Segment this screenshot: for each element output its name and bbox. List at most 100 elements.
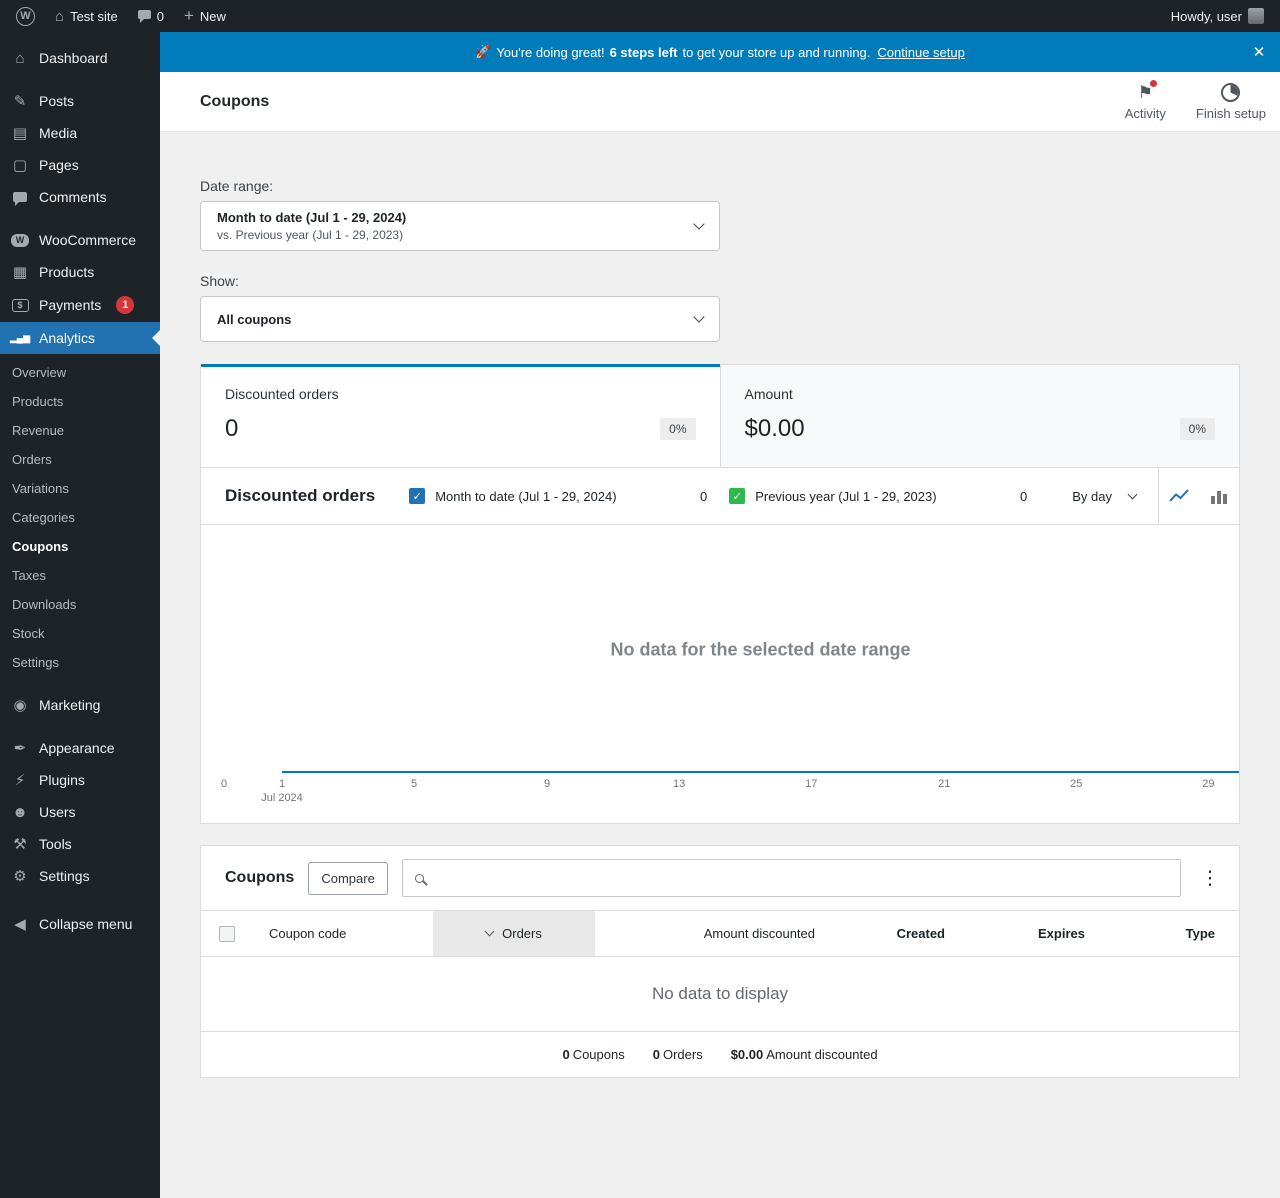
checkbox-checked-icon[interactable]: ✓ (409, 488, 426, 504)
line-chart-toggle[interactable] (1159, 468, 1199, 525)
legend-count: 0 (699, 488, 708, 504)
x-tick: 1 (278, 778, 286, 790)
show-filter-select[interactable]: All coupons (200, 296, 720, 342)
sidebar-item-label: Comments (39, 189, 107, 205)
column-orders-sorted[interactable]: Orders (433, 910, 595, 957)
submenu-item-downloads[interactable]: Downloads (0, 590, 160, 619)
sidebar-item-tools[interactable]: ⚒ Tools (0, 828, 160, 860)
column-expires[interactable]: Expires (969, 911, 1109, 957)
legend-item-previous-period[interactable]: ✓ Previous year (Jul 1 - 29, 2023) 0 (729, 488, 1027, 504)
page-header: Coupons ⚑ Activity Finish setup (160, 72, 1280, 132)
tile-amount[interactable]: Amount $0.00 0% (719, 364, 1239, 467)
sidebar-item-comments[interactable]: Comments (0, 181, 160, 213)
submenu-item-coupons[interactable]: Coupons (0, 532, 160, 561)
setup-banner: 🚀 You're doing great! 6 steps left to ge… (160, 32, 1280, 72)
sidebar-item-users[interactable]: ☻ Users (0, 796, 160, 828)
submenu-item-products[interactable]: Products (0, 387, 160, 416)
close-icon: ✕ (1252, 44, 1266, 61)
tile-discounted-orders[interactable]: Discounted orders 0 0% (201, 364, 720, 467)
legend-item-current-period[interactable]: ✓ Month to date (Jul 1 - 29, 2024) 0 (409, 488, 707, 504)
main-area: 🚀 You're doing great! 6 steps left to ge… (160, 32, 1280, 1198)
x-tick: 9 (544, 778, 551, 790)
sidebar-item-appearance[interactable]: ✒ Appearance (0, 732, 160, 764)
submenu-item-categories[interactable]: Categories (0, 503, 160, 532)
chevron-down-icon (693, 218, 705, 230)
banner-close-button[interactable]: ✕ (1242, 32, 1276, 72)
admin-bar-left: W ⌂ Test site 0 + New (6, 0, 236, 32)
menu-separator (0, 213, 160, 224)
sidebar-item-media[interactable]: ▤ Media (0, 117, 160, 149)
sidebar-item-posts[interactable]: ✎ Posts (0, 85, 160, 117)
chart-plot-area: No data for the selected date range (282, 541, 1239, 773)
sidebar-item-dashboard[interactable]: ⌂ Dashboard (0, 42, 160, 74)
comments-shortcut[interactable]: 0 (128, 0, 174, 32)
submenu-item-settings[interactable]: Settings (0, 648, 160, 677)
site-name-menu[interactable]: ⌂ Test site (45, 0, 128, 32)
posts-icon: ✎ (13, 92, 27, 110)
finish-setup-label: Finish setup (1195, 106, 1266, 121)
submenu-item-variations[interactable]: Variations (0, 474, 160, 503)
table-empty-row: No data to display (201, 957, 1239, 1032)
sidebar-item-woocommerce[interactable]: W WooCommerce (0, 224, 160, 256)
collapse-arrow-icon: ◀ (14, 915, 26, 933)
checkbox-checked-icon[interactable]: ✓ (729, 488, 746, 504)
select-all-checkbox[interactable] (219, 925, 235, 942)
table-header-row: Coupon code Orders Amount discounted Cre… (201, 910, 1239, 957)
x-tick: 25 (1070, 778, 1083, 790)
column-coupon-code[interactable]: Coupon code (257, 911, 433, 957)
interval-select[interactable]: By day (1072, 489, 1158, 504)
line-chart-icon (1169, 489, 1189, 502)
y-axis-zero-label: 0 (221, 778, 228, 790)
sidebar-item-payments[interactable]: $ Payments 1 (0, 288, 160, 322)
payments-card-icon: $ (11, 298, 29, 312)
legend-label: Month to date (Jul 1 - 29, 2024) (435, 488, 617, 504)
sidebar-item-label: Plugins (39, 772, 85, 788)
wordpress-menu[interactable]: W (6, 0, 45, 32)
column-type[interactable]: Type (1109, 911, 1239, 957)
sidebar-item-marketing[interactable]: ◉ Marketing (0, 689, 160, 721)
submenu-item-overview[interactable]: Overview (0, 358, 160, 387)
table-menu-button[interactable]: ⋮ (1195, 867, 1225, 890)
users-icon: ☻ (12, 803, 28, 821)
sidebar-item-label: Media (39, 125, 78, 141)
chart-empty-message: No data for the selected date range (610, 639, 911, 660)
sidebar-item-label: Analytics (39, 330, 96, 346)
howdy-label: Howdy, user (1170, 8, 1242, 24)
avatar (1248, 8, 1264, 24)
admin-sidebar: ⌂ Dashboard ✎ Posts ▤ Media ▢ Pages Comm… (0, 32, 160, 1198)
banner-steps-left: 6 steps left (609, 44, 678, 60)
coupons-table-card: Coupons Compare ⋮ Coupon code Orders Amo… (200, 845, 1240, 1078)
summary-label: Coupons (572, 1047, 625, 1062)
activity-button[interactable]: ⚑ Activity (1125, 79, 1166, 121)
sidebar-item-analytics[interactable]: ▂▄▆ Analytics (0, 322, 160, 354)
x-tick: 17 (805, 778, 818, 790)
date-range-select[interactable]: Month to date (Jul 1 - 29, 2024) vs. Pre… (200, 201, 720, 251)
sidebar-item-products[interactable]: ▦ Products (0, 256, 160, 288)
finish-setup-button[interactable]: Finish setup (1196, 83, 1266, 121)
x-axis-month-label: Jul 2024 (261, 792, 303, 804)
analytics-chart-icon: ▂▄▆ (9, 332, 31, 343)
submenu-item-orders[interactable]: Orders (0, 445, 160, 474)
search-input[interactable] (434, 870, 1168, 886)
sidebar-item-plugins[interactable]: ⚡ Plugins (0, 764, 160, 796)
submenu-item-revenue[interactable]: Revenue (0, 416, 160, 445)
account-menu[interactable]: Howdy, user (1161, 0, 1274, 32)
sidebar-item-label: Posts (39, 93, 75, 109)
notification-dot (1148, 79, 1158, 88)
submenu-item-stock[interactable]: Stock (0, 619, 160, 648)
column-amount-discounted[interactable]: Amount discounted (595, 911, 839, 957)
legend-label: Previous year (Jul 1 - 29, 2023) (755, 488, 937, 504)
compare-button[interactable]: Compare (308, 861, 388, 895)
column-created[interactable]: Created (839, 911, 969, 957)
sidebar-item-settings[interactable]: ⚙ Settings (0, 860, 160, 892)
continue-setup-link[interactable]: Continue setup (877, 45, 964, 60)
sidebar-item-pages[interactable]: ▢ Pages (0, 149, 160, 181)
sidebar-item-label: Collapse menu (39, 916, 133, 932)
sidebar-item-label: Settings (39, 868, 90, 884)
new-content-menu[interactable]: + New (174, 0, 236, 32)
submenu-item-taxes[interactable]: Taxes (0, 561, 160, 590)
tile-value: 0 (225, 415, 239, 442)
sidebar-item-label: Users (39, 804, 76, 820)
collapse-menu-button[interactable]: ◀ Collapse menu (0, 908, 160, 940)
bar-chart-toggle[interactable] (1199, 468, 1239, 525)
